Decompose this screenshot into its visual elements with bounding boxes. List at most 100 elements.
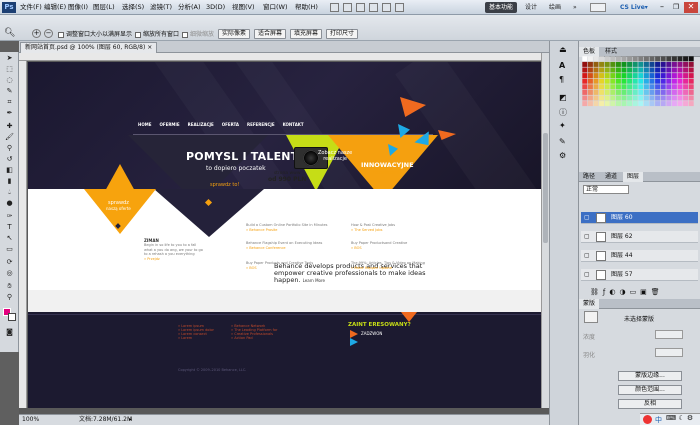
item-link[interactable]: » Behance Conference <box>246 246 336 250</box>
swatch[interactable] <box>587 61 593 67</box>
swatch[interactable] <box>582 56 588 62</box>
document-tab[interactable]: 新网站首页.psd @ 100% (图层 60, RGB/8) × <box>20 42 158 53</box>
swatch[interactable] <box>677 73 683 79</box>
swatch[interactable] <box>593 95 599 101</box>
swatch[interactable] <box>638 61 644 67</box>
swatch[interactable] <box>632 56 638 62</box>
item-link[interactable]: » BOS <box>351 246 441 250</box>
footer-link[interactable]: » Lorem <box>178 336 214 340</box>
swatch[interactable] <box>582 84 588 90</box>
tab-layers[interactable]: 图层 <box>623 172 644 182</box>
swatch[interactable] <box>604 56 610 62</box>
info-panel-icon[interactable]: ⓘ <box>559 107 567 118</box>
ime-s-icon[interactable] <box>643 415 652 424</box>
swatch[interactable] <box>655 61 661 67</box>
swatch[interactable] <box>593 89 599 95</box>
swatch[interactable] <box>621 61 627 67</box>
swatch[interactable] <box>621 89 627 95</box>
workspace-design[interactable]: 设计 <box>521 2 541 13</box>
quick-select-icon[interactable]: ✎ <box>3 87 16 96</box>
menu-3d[interactable]: 3D(D) <box>206 2 225 13</box>
scroll-thumb[interactable] <box>543 133 548 243</box>
swatch[interactable] <box>677 89 683 95</box>
swatch[interactable] <box>683 84 689 90</box>
swatch[interactable] <box>610 78 616 84</box>
swatch[interactable] <box>610 56 616 62</box>
swatch[interactable] <box>621 84 627 90</box>
swatch[interactable] <box>688 84 694 90</box>
visibility-icon[interactable]: ▢ <box>584 212 590 224</box>
swatch[interactable] <box>610 84 616 90</box>
swatch[interactable] <box>643 56 649 62</box>
swatch[interactable] <box>671 101 677 107</box>
swatch[interactable] <box>655 73 661 79</box>
workspace-more[interactable]: » <box>569 2 581 13</box>
visibility-icon[interactable]: ▢ <box>584 231 590 243</box>
swatch[interactable] <box>599 73 605 79</box>
swatch[interactable] <box>610 89 616 95</box>
swatch[interactable] <box>677 78 683 84</box>
swatch[interactable] <box>621 67 627 73</box>
swatch[interactable] <box>627 78 633 84</box>
swatch[interactable] <box>683 67 689 73</box>
feather-field[interactable] <box>655 348 683 357</box>
layer-row[interactable]: ▢ 图层 62 <box>581 231 698 243</box>
swatch[interactable] <box>638 95 644 101</box>
swatch[interactable] <box>649 56 655 62</box>
styles-panel-icon[interactable]: ✦ <box>559 121 566 130</box>
swatch[interactable] <box>643 67 649 73</box>
swatch[interactable] <box>683 73 689 79</box>
zoom-out-icon[interactable]: − <box>44 29 53 38</box>
swatch[interactable] <box>627 67 633 73</box>
nav-oferta[interactable]: OFERTA <box>222 122 239 132</box>
swatch[interactable] <box>599 78 605 84</box>
minimize-icon[interactable]: – <box>656 2 668 13</box>
nav-realizacje[interactable]: REALIZACJE <box>188 122 214 132</box>
swatch[interactable] <box>666 67 672 73</box>
swatch[interactable] <box>649 73 655 79</box>
swatch[interactable] <box>604 84 610 90</box>
swatch[interactable] <box>655 89 661 95</box>
swatch[interactable] <box>582 78 588 84</box>
swatch[interactable] <box>587 73 593 79</box>
nav-referencje[interactable]: REFERENCJE <box>247 122 275 132</box>
swatch[interactable] <box>587 78 593 84</box>
tab-channels[interactable]: 通道 <box>601 172 621 182</box>
healing-brush-icon[interactable]: ✚ <box>3 122 16 131</box>
visibility-icon[interactable]: ▢ <box>584 250 590 262</box>
swatch[interactable] <box>593 84 599 90</box>
swatch[interactable] <box>582 61 588 67</box>
layer-row[interactable]: ▢ 图层 44 <box>581 250 698 262</box>
print-size-button[interactable]: 打印尺寸 <box>326 29 359 39</box>
swatch[interactable] <box>632 61 638 67</box>
swatch[interactable] <box>599 84 605 90</box>
swatch[interactable] <box>666 95 672 101</box>
item-link[interactable]: » BOS <box>246 266 316 270</box>
character-panel-icon[interactable]: A <box>559 61 565 70</box>
swatch[interactable] <box>671 95 677 101</box>
swatch[interactable] <box>599 89 605 95</box>
vertical-scrollbar[interactable] <box>541 53 549 408</box>
item-link[interactable]: » The Served Jobs <box>351 228 441 232</box>
swatch[interactable] <box>632 89 638 95</box>
zoom-in-icon[interactable]: + <box>32 29 41 38</box>
swatch[interactable] <box>671 56 677 62</box>
swatch[interactable] <box>604 95 610 101</box>
swatch[interactable] <box>666 73 672 79</box>
swatch[interactable] <box>587 67 593 73</box>
swatch[interactable] <box>677 56 683 62</box>
swatch[interactable] <box>593 61 599 67</box>
ruler-vertical[interactable] <box>19 61 27 408</box>
swatch[interactable] <box>643 61 649 67</box>
swatch[interactable] <box>593 78 599 84</box>
hero-cta[interactable]: sprawdz to! <box>210 182 239 188</box>
swatch[interactable] <box>604 61 610 67</box>
portfolio-block[interactable]: Zobacz nasze realizacje <box>318 150 352 162</box>
swatch[interactable] <box>604 67 610 73</box>
swatch[interactable] <box>688 67 694 73</box>
swatch[interactable] <box>615 89 621 95</box>
zoom-tool-icon[interactable]: 🔍︎ <box>4 28 15 38</box>
marquee-tool-icon[interactable]: ⬚ <box>3 65 16 74</box>
swatch[interactable] <box>660 84 666 90</box>
zoom-all-checkbox[interactable]: 缩放所有窗口 <box>135 29 179 38</box>
